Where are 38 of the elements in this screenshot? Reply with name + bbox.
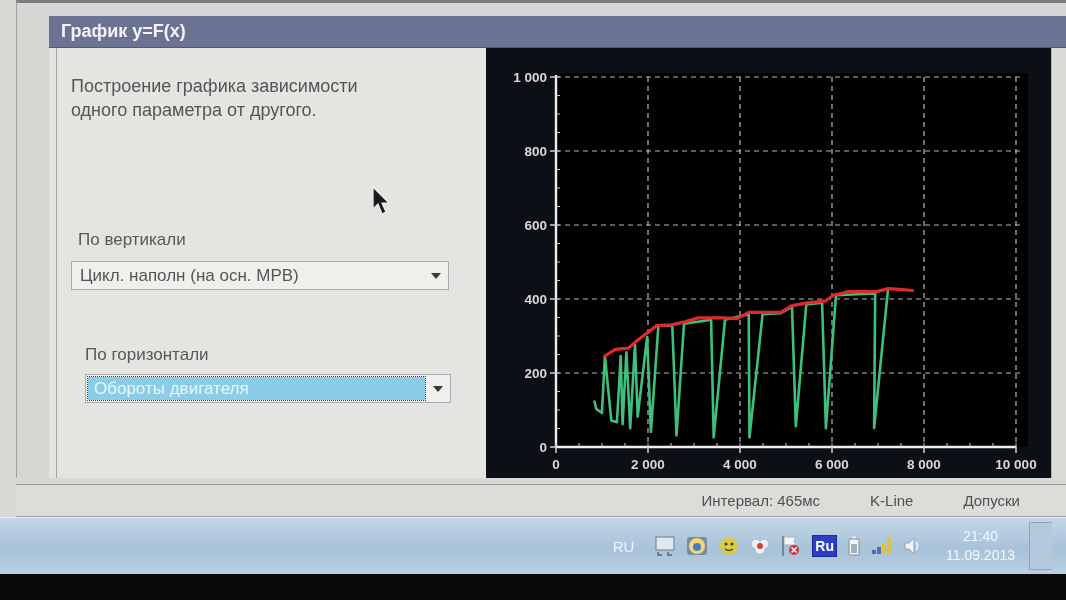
axis-tick-label: 0 (552, 457, 560, 472)
axis-tick-label: 2 000 (631, 457, 665, 472)
battery-icon[interactable] (847, 536, 860, 556)
language-indicator[interactable]: RU (612, 537, 635, 555)
axis-tick-label: 400 (524, 292, 547, 307)
axis-tick-label: 600 (524, 218, 547, 233)
axis-tick-label: 0 (539, 440, 547, 455)
clock[interactable]: 21:40 11.09.2013 (945, 527, 1015, 565)
status-text: Допуски (963, 492, 1020, 509)
axis-tick-label: 10 000 (995, 457, 1037, 472)
field-label: По вертикали (78, 229, 186, 251)
axis-tick-label: 200 (524, 366, 547, 381)
status-text: K-Line (870, 492, 914, 509)
status-text: Интервал: 465мс (701, 492, 821, 509)
clock-time: 21:40 (962, 527, 998, 546)
axis-tick-label: 1 000 (513, 70, 547, 85)
description-text: Построение графика зависимости одного параметра от другого. (71, 75, 359, 122)
panel-title: График y=F(x) (61, 21, 186, 42)
flag-icon[interactable] (781, 535, 802, 557)
axis-tick-label: 6 000 (815, 457, 849, 472)
field-label: По горизонтали (85, 344, 209, 366)
round-app-icon[interactable] (686, 536, 709, 556)
caret-icon (433, 385, 443, 392)
flower-icon[interactable] (750, 537, 771, 555)
monitor-icon[interactable] (655, 536, 676, 556)
clock-date: 11.09.2013 (945, 546, 1015, 565)
caret-icon (431, 272, 441, 279)
axis-tick-label: 800 (524, 144, 547, 159)
axis-tick-label: 4 000 (723, 457, 757, 472)
face-icon[interactable] (719, 536, 740, 556)
language-badge[interactable]: Ru (812, 535, 837, 557)
parameter-dropdown[interactable]: Обороты двигателя (85, 374, 451, 403)
axis-tick-label: 8 000 (907, 457, 941, 472)
cursor-icon (372, 186, 392, 216)
parameter-dropdown[interactable]: Цикл. наполн (на осн. МРВ) (71, 261, 449, 290)
dropdown-value: Обороты двигателя (88, 377, 425, 400)
signal-icon[interactable] (870, 537, 893, 555)
dropdown-value: Цикл. наполн (на осн. МРВ) (79, 264, 300, 287)
